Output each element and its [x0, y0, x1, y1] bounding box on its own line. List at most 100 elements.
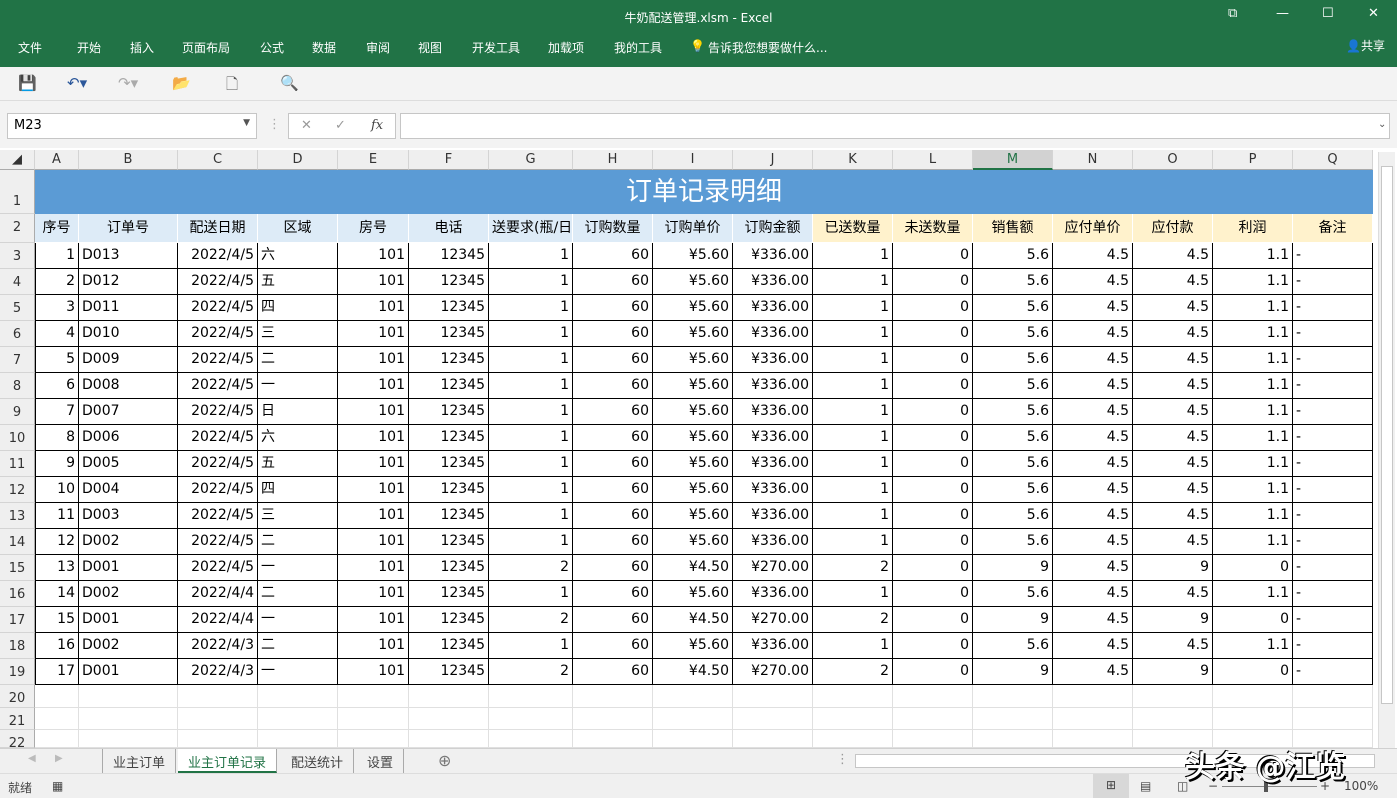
table-cell[interactable]: 0 — [893, 477, 973, 503]
empty-cell[interactable] — [489, 685, 573, 708]
table-cell[interactable]: 5.6 — [973, 503, 1053, 529]
tell-me-search[interactable]: 告诉我您想要做什么... — [708, 39, 827, 56]
row-header-21[interactable]: 21 — [0, 708, 35, 730]
table-cell[interactable]: 2022/4/3 — [178, 659, 258, 685]
formula-input[interactable] — [400, 113, 1390, 139]
table-cell[interactable]: 101 — [338, 321, 409, 347]
empty-cell[interactable] — [1133, 708, 1213, 730]
table-cell[interactable]: 2 — [489, 555, 573, 581]
column-header-M[interactable]: M — [973, 150, 1053, 170]
table-cell[interactable]: 4.5 — [1053, 451, 1133, 477]
table-cell[interactable]: 4.5 — [1053, 269, 1133, 295]
table-cell[interactable]: ¥5.60 — [653, 399, 733, 425]
table-cell[interactable]: 2 — [35, 269, 79, 295]
empty-cell[interactable] — [813, 708, 893, 730]
table-cell[interactable]: 1.1 — [1213, 295, 1293, 321]
empty-cell[interactable] — [813, 730, 893, 748]
table-cell[interactable]: 1.1 — [1213, 347, 1293, 373]
row-header-18[interactable]: 18 — [0, 633, 35, 659]
table-cell[interactable]: 4.5 — [1053, 581, 1133, 607]
table-cell[interactable]: 1 — [813, 373, 893, 399]
table-cell[interactable]: 1 — [489, 347, 573, 373]
table-cell[interactable]: 101 — [338, 425, 409, 451]
row-header-2[interactable]: 2 — [0, 214, 35, 243]
row-header-15[interactable]: 15 — [0, 555, 35, 581]
table-cell[interactable]: ¥4.50 — [653, 555, 733, 581]
table-cell[interactable]: 5.6 — [973, 581, 1053, 607]
table-cell[interactable]: - — [1293, 633, 1373, 659]
table-cell[interactable]: 12345 — [409, 425, 489, 451]
table-cell[interactable]: 5.6 — [973, 243, 1053, 269]
table-cell[interactable]: ¥336.00 — [733, 347, 813, 373]
table-cell[interactable]: ¥4.50 — [653, 607, 733, 633]
table-cell[interactable]: 六 — [258, 243, 338, 269]
table-cell[interactable]: 9 — [973, 607, 1053, 633]
empty-cell[interactable] — [733, 708, 813, 730]
tab-home[interactable]: 开始 — [77, 39, 101, 56]
table-cell[interactable]: 4.5 — [1133, 425, 1213, 451]
table-cell[interactable]: 12345 — [409, 321, 489, 347]
table-cell[interactable]: 2022/4/5 — [178, 399, 258, 425]
table-cell[interactable]: 60 — [573, 633, 653, 659]
page-layout-view-icon[interactable]: ▤ — [1140, 779, 1151, 793]
table-cell[interactable]: 10 — [35, 477, 79, 503]
table-cell[interactable]: - — [1293, 347, 1373, 373]
table-cell[interactable]: 1 — [489, 633, 573, 659]
table-cell[interactable]: 14 — [35, 581, 79, 607]
table-cell[interactable]: 4.5 — [1053, 347, 1133, 373]
table-cell[interactable]: 4.5 — [1053, 399, 1133, 425]
table-cell[interactable]: 2022/4/5 — [178, 373, 258, 399]
table-cell[interactable]: 9 — [973, 555, 1053, 581]
table-cell[interactable]: 0 — [893, 347, 973, 373]
table-cell[interactable]: 1 — [489, 321, 573, 347]
table-cell[interactable]: 4.5 — [1133, 633, 1213, 659]
table-cell[interactable]: ¥5.60 — [653, 425, 733, 451]
table-cell[interactable]: - — [1293, 581, 1373, 607]
row-header-7[interactable]: 7 — [0, 347, 35, 373]
table-cell[interactable]: ¥336.00 — [733, 451, 813, 477]
table-cell[interactable]: 1 — [813, 633, 893, 659]
table-cell[interactable]: 1.1 — [1213, 451, 1293, 477]
split-handle[interactable]: ⋮ — [836, 752, 849, 767]
empty-cell[interactable] — [258, 730, 338, 748]
table-cell[interactable]: D007 — [79, 399, 178, 425]
table-cell[interactable]: 1 — [489, 581, 573, 607]
tab-insert[interactable]: 插入 — [130, 39, 154, 56]
table-cell[interactable]: 5.6 — [973, 269, 1053, 295]
table-cell[interactable]: 5.6 — [973, 295, 1053, 321]
table-cell[interactable]: 1 — [489, 503, 573, 529]
tab-developer[interactable]: 开发工具 — [472, 39, 520, 56]
table-cell[interactable]: 0 — [893, 451, 973, 477]
empty-cell[interactable] — [1133, 685, 1213, 708]
table-cell[interactable]: 101 — [338, 347, 409, 373]
table-cell[interactable]: 4.5 — [1053, 373, 1133, 399]
prev-sheet-icon[interactable]: ◀ — [28, 753, 36, 764]
table-cell[interactable]: ¥270.00 — [733, 555, 813, 581]
empty-cell[interactable] — [178, 730, 258, 748]
table-cell[interactable]: ¥336.00 — [733, 295, 813, 321]
table-cell[interactable]: 12345 — [409, 347, 489, 373]
table-cell[interactable]: 12345 — [409, 529, 489, 555]
empty-cell[interactable] — [813, 685, 893, 708]
table-cell[interactable]: 四 — [258, 295, 338, 321]
column-header-G[interactable]: G — [489, 150, 573, 170]
table-cell[interactable]: 9 — [35, 451, 79, 477]
table-cell[interactable]: 0 — [893, 373, 973, 399]
print-preview-icon[interactable]: 🔍 — [280, 74, 299, 92]
normal-view-icon[interactable]: ⊞ — [1093, 774, 1129, 798]
table-cell[interactable]: 5.6 — [973, 451, 1053, 477]
table-cell[interactable]: - — [1293, 477, 1373, 503]
tab-my-tools[interactable]: 我的工具 — [614, 39, 662, 56]
table-cell[interactable]: 101 — [338, 399, 409, 425]
table-cell[interactable]: 60 — [573, 451, 653, 477]
column-header-C[interactable]: C — [178, 150, 258, 170]
table-cell[interactable]: 2 — [813, 607, 893, 633]
scroll-thumb[interactable] — [1381, 166, 1393, 704]
table-cell[interactable]: 9 — [1133, 555, 1213, 581]
table-cell[interactable]: 1.1 — [1213, 373, 1293, 399]
table-cell[interactable]: 0 — [893, 295, 973, 321]
empty-cell[interactable] — [893, 730, 973, 748]
table-cell[interactable]: 四 — [258, 477, 338, 503]
table-cell[interactable]: ¥5.60 — [653, 451, 733, 477]
row-header-1[interactable]: 1 — [0, 170, 35, 214]
